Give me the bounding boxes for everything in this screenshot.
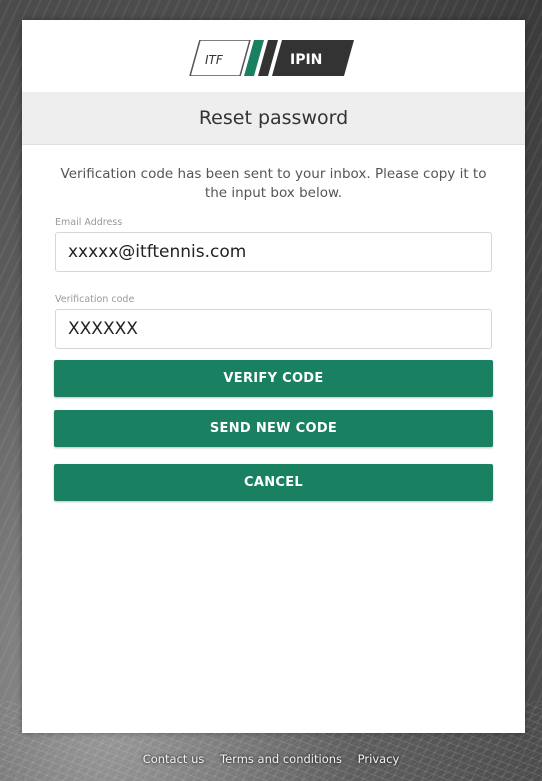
reset-password-card: ITF IPIN Reset password Verification cod… <box>22 20 525 733</box>
itf-ipin-logo: ITF IPIN <box>189 40 354 76</box>
logo-itf-text: ITF <box>205 53 224 67</box>
logo-ipin-text: IPIN <box>290 52 322 68</box>
contact-us-link[interactable]: Contact us <box>143 752 205 766</box>
privacy-link[interactable]: Privacy <box>358 752 400 766</box>
email-field[interactable]: xxxxx@itftennis.com <box>55 232 492 272</box>
email-label: Email Address <box>55 217 123 228</box>
footer-links: Contact us Terms and conditions Privacy <box>0 752 542 766</box>
verification-code-value: XXXXXX <box>68 319 138 339</box>
email-value: xxxxx@itftennis.com <box>68 242 247 262</box>
verify-code-button[interactable]: VERIFY CODE <box>54 360 493 397</box>
instruction-text: Verification code has been sent to your … <box>60 166 487 201</box>
page-title: Reset password <box>22 92 525 145</box>
cancel-button[interactable]: CANCEL <box>54 464 493 501</box>
verification-code-field[interactable]: XXXXXX <box>55 309 492 349</box>
logo-area: ITF IPIN <box>22 20 525 92</box>
send-new-code-button[interactable]: SEND NEW CODE <box>54 410 493 447</box>
verification-code-label: Verification code <box>55 294 135 305</box>
terms-link[interactable]: Terms and conditions <box>220 752 342 766</box>
